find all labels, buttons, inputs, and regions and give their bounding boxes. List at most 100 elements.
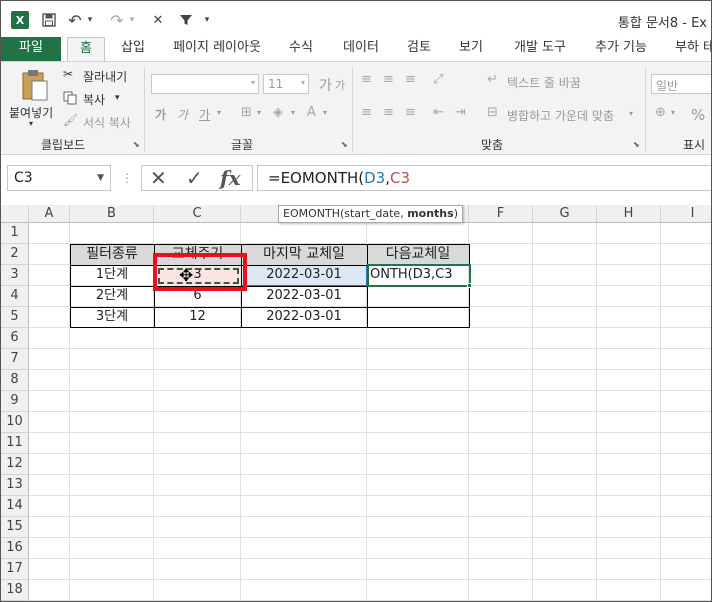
decrease-indent-icon[interactable]: ⇤ xyxy=(433,105,444,120)
worksheet-grid[interactable]: A B C D E F G H I 1 2 3 4 5 6 7 8 9 10 1… xyxy=(1,205,711,601)
cancel-icon[interactable]: ✕ xyxy=(150,167,167,191)
align-center-icon[interactable]: ≡ xyxy=(383,105,394,120)
align-top-icon[interactable]: ≡ xyxy=(361,72,372,87)
filter-icon[interactable] xyxy=(177,10,195,30)
row-header-7[interactable]: 7 xyxy=(1,349,29,370)
row-header-4[interactable]: 4 xyxy=(1,286,29,307)
tab-load-test[interactable]: 부하 테 xyxy=(665,37,711,61)
tab-insert[interactable]: 삽입 xyxy=(111,37,155,61)
accounting-format-icon[interactable]: ⊕ xyxy=(655,105,666,120)
wrap-text-button[interactable]: 텍스트 줄 바꿈 xyxy=(507,74,581,91)
row-header-2[interactable]: 2 xyxy=(1,244,29,265)
tab-home[interactable]: 홈 xyxy=(67,37,105,61)
align-right-icon[interactable]: ≡ xyxy=(405,105,416,120)
row-header-12[interactable]: 12 xyxy=(1,454,29,475)
fill-color-icon[interactable]: ◈ xyxy=(273,105,283,120)
table-header-filter-type[interactable]: 필터종류 xyxy=(70,244,154,265)
number-format-combo[interactable]: 일반 xyxy=(651,74,711,94)
cut-button[interactable]: 잘라내기 xyxy=(83,68,127,85)
select-all-corner[interactable] xyxy=(1,205,29,223)
tab-view[interactable]: 보기 xyxy=(449,37,493,61)
table-cell[interactable]: 2022-03-01 xyxy=(241,265,367,286)
close-icon[interactable]: ✕ xyxy=(151,10,165,30)
tab-developer[interactable]: 개발 도구 xyxy=(503,37,577,61)
column-header-c[interactable]: C xyxy=(154,205,241,223)
row-header-17[interactable]: 17 xyxy=(1,559,29,580)
align-left-icon[interactable]: ≡ xyxy=(361,105,372,120)
fill-dropdown-icon[interactable]: ▾ xyxy=(291,108,295,117)
percent-style-button[interactable]: % xyxy=(691,106,705,124)
table-header-next-date[interactable]: 다음교체일 xyxy=(367,244,469,265)
row-header-16[interactable]: 16 xyxy=(1,538,29,559)
tab-review[interactable]: 검토 xyxy=(397,37,441,61)
row-header-5[interactable]: 5 xyxy=(1,307,29,328)
format-painter-button[interactable]: 서식 복사 xyxy=(83,114,131,131)
copy-dropdown-icon[interactable]: ▾ xyxy=(115,93,120,103)
clipboard-launcher-icon[interactable]: ⬊ xyxy=(133,140,140,149)
undo-dropdown-icon[interactable]: ▾ xyxy=(85,10,95,30)
font-size-combo[interactable]: 11 ▾ xyxy=(263,74,309,94)
font-name-combo[interactable]: ▾ xyxy=(151,74,259,94)
formula-input[interactable]: =EOMONTH(D3,C3 xyxy=(257,165,711,191)
row-header-14[interactable]: 14 xyxy=(1,496,29,517)
name-box[interactable]: C3 ▼ xyxy=(7,165,111,191)
font-color-dropdown-icon[interactable]: ▾ xyxy=(323,108,327,117)
tab-add-ins[interactable]: 추가 기능 xyxy=(585,37,657,61)
row-header-15[interactable]: 15 xyxy=(1,517,29,538)
table-cell[interactable]: 2022-03-01 xyxy=(241,307,367,328)
redo-dropdown-icon[interactable]: ▾ xyxy=(127,10,137,30)
align-middle-icon[interactable]: ≡ xyxy=(383,72,394,87)
row-header-1[interactable]: 1 xyxy=(1,223,29,244)
row-header-6[interactable]: 6 xyxy=(1,328,29,349)
tab-page-layout[interactable]: 페이지 레이아웃 xyxy=(165,37,269,61)
font-color-icon[interactable]: A xyxy=(307,105,316,120)
copy-button[interactable]: 복사 xyxy=(83,91,105,108)
redo-icon[interactable]: ↷ xyxy=(109,10,125,30)
merge-center-button[interactable]: 병합하고 가운데 맞춤 xyxy=(507,107,614,124)
underline-dropdown-icon[interactable]: ▾ xyxy=(217,108,221,117)
grow-font-button[interactable]: 가 xyxy=(319,75,332,95)
table-cell[interactable]: 2022-03-01 xyxy=(241,286,367,307)
alignment-launcher-icon[interactable]: ⬊ xyxy=(633,140,640,149)
tab-data[interactable]: 데이터 xyxy=(333,37,389,61)
font-launcher-icon[interactable]: ⬊ xyxy=(341,140,348,149)
row-header-3[interactable]: 3 xyxy=(1,265,29,286)
table-cell[interactable]: 3단계 xyxy=(70,307,154,328)
borders-dropdown-icon[interactable]: ▾ xyxy=(257,108,261,117)
column-header-f[interactable]: F xyxy=(469,205,533,223)
undo-icon[interactable]: ↶ xyxy=(67,10,83,30)
paste-dropdown-icon[interactable]: ▾ xyxy=(29,119,33,128)
table-cell[interactable]: 2단계 xyxy=(70,286,154,307)
italic-button[interactable]: 가 xyxy=(177,106,188,123)
bold-button[interactable]: 가 xyxy=(155,106,166,123)
enter-icon[interactable]: ✓ xyxy=(186,167,203,191)
customize-qat-icon[interactable]: ▾ xyxy=(201,10,213,30)
shrink-font-button[interactable]: 가 xyxy=(335,77,345,93)
align-bottom-icon[interactable]: ≡ xyxy=(405,72,416,87)
table-header-last-date[interactable]: 마지막 교체일 xyxy=(241,244,367,265)
column-header-a[interactable]: A xyxy=(29,205,70,223)
row-header-11[interactable]: 11 xyxy=(1,433,29,454)
fill-handle[interactable] xyxy=(467,283,472,288)
borders-icon[interactable]: ⊞ xyxy=(241,105,252,120)
tab-formulas[interactable]: 수식 xyxy=(279,37,323,61)
row-header-9[interactable]: 9 xyxy=(1,391,29,412)
insert-function-icon[interactable]: fx xyxy=(220,167,241,191)
increase-indent-icon[interactable]: ⇥ xyxy=(455,105,466,120)
row-header-8[interactable]: 8 xyxy=(1,370,29,391)
row-header-13[interactable]: 13 xyxy=(1,475,29,496)
save-icon[interactable] xyxy=(39,10,59,30)
column-header-b[interactable]: B xyxy=(70,205,154,223)
row-header-10[interactable]: 10 xyxy=(1,412,29,433)
row-header-18[interactable]: 18 xyxy=(1,580,29,601)
column-header-i[interactable]: I xyxy=(661,205,711,223)
column-header-h[interactable]: H xyxy=(597,205,661,223)
table-cell[interactable]: 12 xyxy=(154,307,241,328)
underline-button[interactable]: 가 xyxy=(199,106,210,123)
table-cell[interactable]: 1단계 xyxy=(70,265,154,286)
merge-dropdown-icon[interactable]: ▾ xyxy=(629,109,633,118)
paste-icon[interactable] xyxy=(19,68,49,102)
table-cell[interactable] xyxy=(367,307,469,328)
accounting-dropdown-icon[interactable]: ▾ xyxy=(671,108,675,117)
table-cell[interactable] xyxy=(367,286,469,307)
